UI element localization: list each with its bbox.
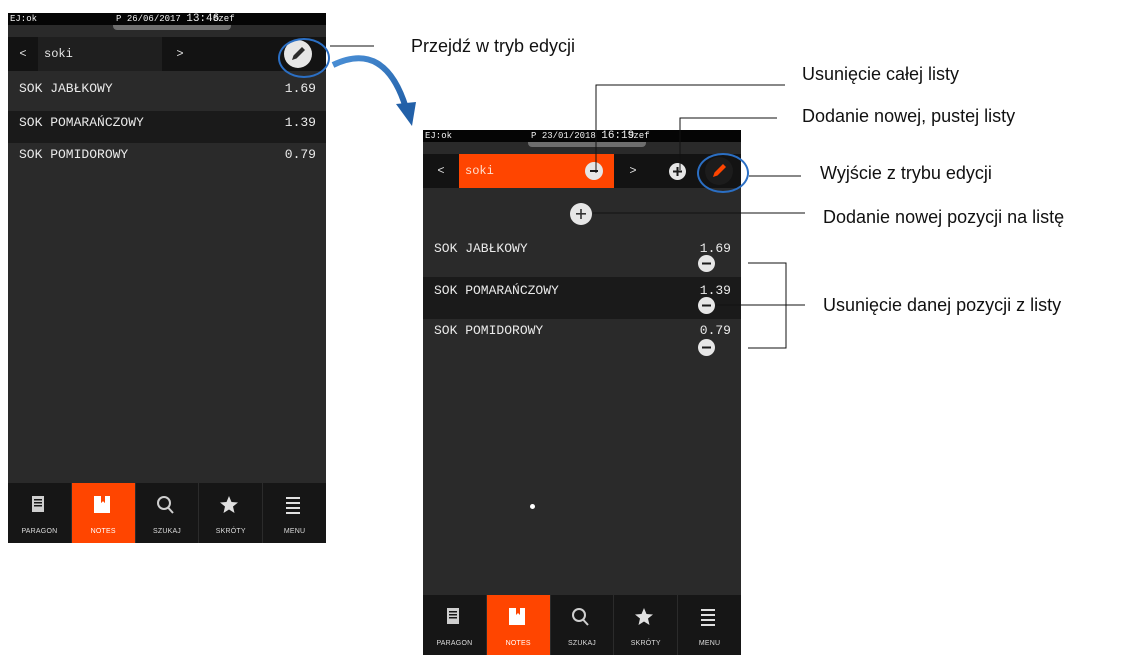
add-list-button[interactable] [669, 163, 686, 180]
tab-label: MENU [283, 528, 306, 535]
star-icon [220, 496, 239, 513]
datetime: P 26/06/2017 13:46 [116, 13, 220, 25]
item-name: SOK POMIDOROWY [434, 323, 544, 338]
annotation-add-item: Dodanie nowej pozycji na listę [823, 207, 1065, 227]
search-icon [156, 496, 174, 514]
phone-screen-view-mode: EJ:ok P 26/06/2017 13:46 Szef < soki > S… [8, 13, 326, 543]
phone-screen-edit-mode: EJ:ok P 23/01/2018 16:19 Szef < soki > S… [423, 130, 741, 655]
next-list-button[interactable]: > [165, 37, 195, 71]
tab-label: SZUKAJ [152, 528, 182, 535]
receipt-icon [32, 496, 44, 512]
annotation-exit-edit: Wyjście z trybu edycji [820, 163, 992, 183]
tab-label: SKRÓTY [630, 640, 661, 647]
ej-status: EJ:ok [425, 131, 453, 141]
user-name: Szef [628, 131, 650, 141]
status-bar: EJ:ok P 23/01/2018 16:19 Szef [423, 130, 741, 142]
minus-icon [702, 346, 711, 349]
item-price: 0.79 [699, 323, 731, 338]
list-item[interactable]: SOK JABŁKOWY 1.69 [423, 235, 741, 275]
delete-item-button[interactable] [698, 339, 715, 356]
plus-icon [673, 167, 682, 176]
next-list-button[interactable]: > [618, 154, 648, 188]
menu-icon [286, 497, 301, 514]
menu-icon [701, 609, 716, 626]
touch-indicator [530, 504, 535, 509]
tab-menu[interactable]: MENU [263, 483, 326, 543]
list-navbar: < soki > [423, 154, 741, 188]
item-name: SOK POMIDOROWY [19, 147, 129, 162]
annotation-enter-edit: Przejdź w tryb edycji [411, 36, 576, 56]
tab-szukaj[interactable]: SZUKAJ [551, 595, 615, 655]
ej-status: EJ:ok [10, 14, 38, 24]
list-item[interactable]: SOK POMARAŃCZOWY 1.39 [8, 111, 326, 143]
prev-list-button[interactable]: < [8, 37, 38, 71]
annotation-delete-item: Usunięcie danej pozycji z listy [823, 295, 1062, 315]
list-item[interactable]: SOK POMIDOROWY 0.79 [8, 143, 326, 167]
tab-menu[interactable]: MENU [678, 595, 741, 655]
item-name: SOK JABŁKOWY [434, 241, 528, 256]
star-icon [635, 608, 654, 625]
tab-label: SKRÓTY [215, 528, 246, 535]
list-item[interactable]: SOK JABŁKOWY 1.69 [8, 75, 326, 103]
item-price: 1.69 [284, 81, 316, 96]
item-price: 1.39 [284, 115, 316, 130]
delete-item-button[interactable] [698, 255, 715, 272]
minus-icon [702, 262, 711, 265]
item-price: 1.39 [699, 283, 731, 298]
bottom-tab-bar: PARAGON NOTES SZUKAJ SKRÓTY MENU [423, 595, 741, 655]
annotation-add-list: Dodanie nowej, pustej listy [802, 106, 1016, 126]
exit-edit-highlight [697, 153, 749, 193]
tab-label: SZUKAJ [567, 640, 597, 647]
pull-handle[interactable] [528, 142, 646, 147]
tab-paragon[interactable]: PARAGON [423, 595, 487, 655]
list-item[interactable]: SOK POMARAŃCZOWY 1.39 [423, 277, 741, 319]
item-price: 0.79 [284, 147, 316, 162]
plus-icon [576, 209, 586, 219]
minus-icon [590, 169, 598, 172]
list-name[interactable]: soki [38, 37, 162, 71]
tab-skroty[interactable]: SKRÓTY [614, 595, 679, 655]
tab-paragon[interactable]: PARAGON [8, 483, 72, 543]
tab-notes[interactable]: NOTES [71, 483, 136, 543]
tab-label: NOTES [505, 640, 531, 647]
tab-label: PARAGON [21, 528, 58, 535]
list-item[interactable]: SOK POMIDOROWY 0.79 [423, 319, 741, 359]
item-price: 1.69 [699, 241, 731, 256]
item-name: SOK JABŁKOWY [19, 81, 113, 96]
notes-icon [508, 608, 525, 625]
tab-skroty[interactable]: SKRÓTY [199, 483, 264, 543]
annotation-delete-list: Usunięcie całej listy [802, 64, 960, 84]
tab-label: NOTES [90, 528, 116, 535]
add-item-button[interactable] [570, 203, 592, 225]
receipt-icon [447, 608, 459, 624]
delete-list-button[interactable] [585, 162, 603, 180]
transition-arrowhead [396, 102, 416, 126]
search-icon [571, 608, 589, 626]
status-bar: EJ:ok P 26/06/2017 13:46 Szef [8, 13, 326, 25]
item-name: SOK POMARAŃCZOWY [19, 115, 144, 130]
datetime: P 23/01/2018 16:19 [531, 130, 635, 142]
notes-icon [93, 496, 110, 513]
delete-item-button[interactable] [698, 297, 715, 314]
item-name: SOK POMARAŃCZOWY [434, 283, 559, 298]
tab-label: MENU [698, 640, 721, 647]
prev-list-button[interactable]: < [426, 154, 456, 188]
tab-label: PARAGON [436, 640, 473, 647]
edit-button-highlight [278, 38, 330, 78]
pull-handle[interactable] [113, 25, 231, 30]
tab-szukaj[interactable]: SZUKAJ [136, 483, 200, 543]
user-name: Szef [213, 14, 235, 24]
tab-notes[interactable]: NOTES [486, 595, 551, 655]
transition-arrow [331, 55, 409, 109]
bottom-tab-bar: PARAGON NOTES SZUKAJ SKRÓTY MENU [8, 483, 326, 543]
minus-icon [702, 304, 711, 307]
